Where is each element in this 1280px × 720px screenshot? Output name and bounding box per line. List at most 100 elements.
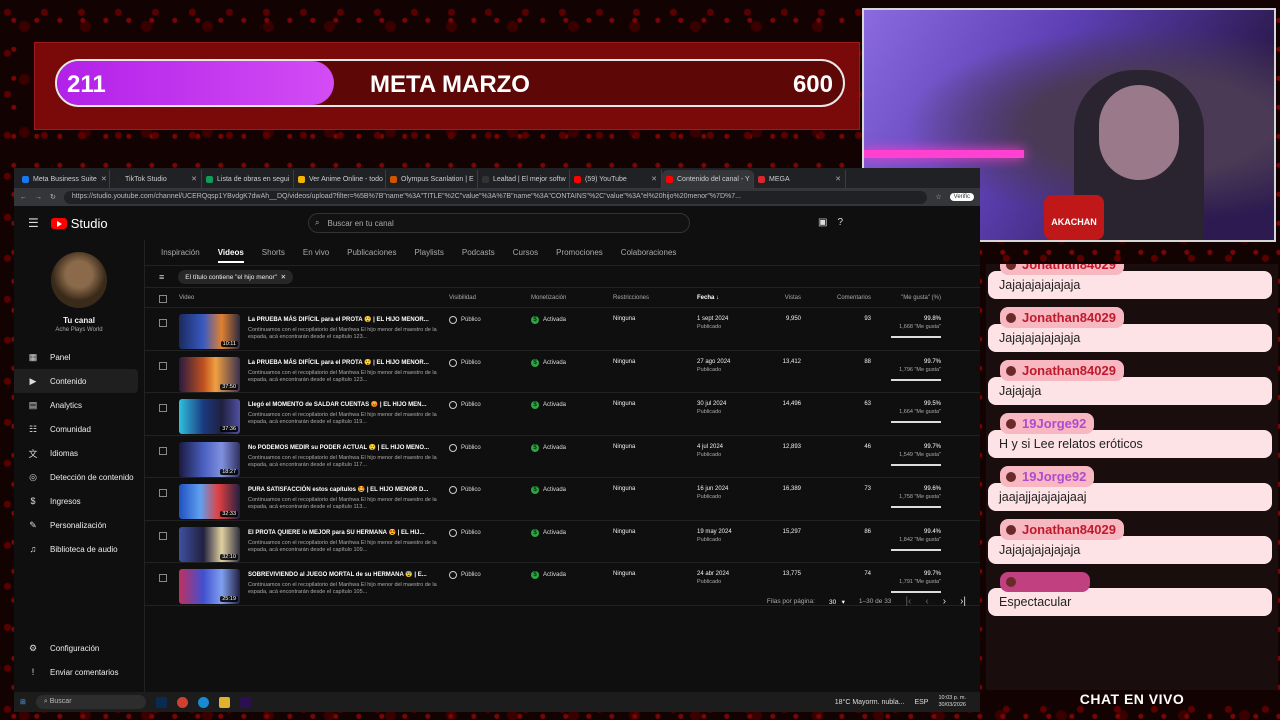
row-checkbox[interactable] bbox=[159, 574, 167, 582]
browser-tab[interactable]: Lista de obras en segui✕ bbox=[202, 170, 294, 188]
monetization-cell[interactable]: $ Activada bbox=[531, 486, 613, 494]
browser-tab[interactable]: Contenido del canal - Y✕ bbox=[662, 170, 754, 188]
video-cell[interactable]: 18:27 No PODEMOS MEDIR su PODER ACTUAL 😲 … bbox=[179, 441, 449, 477]
video-cell[interactable]: 32:10 El PROTA QUIERE lo MEJOR para SU HE… bbox=[179, 526, 449, 562]
video-title[interactable]: El PROTA QUIERE lo MEJOR para SU HERMANA… bbox=[248, 529, 449, 536]
row-checkbox[interactable] bbox=[159, 531, 167, 540]
bookmark-icon[interactable]: ☆ bbox=[935, 193, 941, 201]
video-cell[interactable]: 37:50 La PRUEBA MÁS DIFÍCIL para el PROTA… bbox=[179, 356, 449, 392]
col-restrictions[interactable]: Restricciones bbox=[613, 295, 697, 301]
sidebar-item-languages[interactable]: 文 Idiomas bbox=[14, 441, 144, 465]
monetization-cell[interactable]: $ Activada bbox=[531, 316, 613, 324]
col-comments[interactable]: Comentarios bbox=[801, 295, 871, 301]
sidebar-item-audio-library[interactable]: ♫ Biblioteca de audio bbox=[14, 537, 144, 561]
tab-cursos[interactable]: Cursos bbox=[513, 248, 538, 257]
row-checkbox[interactable] bbox=[159, 361, 167, 370]
next-page-icon[interactable]: › bbox=[943, 596, 946, 607]
select-all-checkbox[interactable] bbox=[159, 295, 167, 303]
sidebar-item-community[interactable]: ☷ Comunidad bbox=[14, 417, 144, 441]
clock[interactable]: 10:03 p. m. 30/03/2026 bbox=[938, 695, 966, 709]
video-cell[interactable]: 10:11 La PRUEBA MÁS DIFÍCIL para el PROTA… bbox=[179, 314, 449, 349]
chat-username[interactable] bbox=[1000, 572, 1090, 592]
help-icon[interactable]: ? bbox=[837, 217, 843, 228]
col-date[interactable]: Fecha ↓ bbox=[697, 295, 765, 301]
visibility-cell[interactable]: Público bbox=[449, 443, 531, 452]
table-row[interactable]: 10:11 La PRUEBA MÁS DIFÍCIL para el PROTA… bbox=[145, 308, 980, 351]
tab-close-icon[interactable]: ✕ bbox=[191, 175, 197, 183]
row-checkbox[interactable] bbox=[159, 404, 167, 412]
table-row[interactable]: 37:50 La PRUEBA MÁS DIFÍCIL para el PROTA… bbox=[145, 351, 980, 393]
video-thumbnail[interactable]: 32:33 bbox=[179, 484, 240, 519]
chat-username[interactable]: Jonathan84029 bbox=[1000, 360, 1124, 381]
tab-en-vivo[interactable]: En vivo bbox=[303, 248, 329, 257]
verify-button[interactable]: Verific bbox=[949, 193, 974, 201]
visibility-cell[interactable]: Público bbox=[449, 486, 531, 494]
monetization-cell[interactable]: $ Activada bbox=[531, 571, 613, 579]
video-cell[interactable]: 37:36 Llegó el MOMENTO de SALDAR CUENTAS … bbox=[179, 399, 449, 434]
row-checkbox[interactable] bbox=[159, 446, 167, 455]
channel-search[interactable]: ⌕ Buscar en tu canal bbox=[308, 213, 690, 233]
video-title[interactable]: La PRUEBA MÁS DIFÍCIL para el PROTA 😲 | … bbox=[248, 359, 449, 366]
tab-inspiración[interactable]: Inspiración bbox=[161, 248, 200, 257]
video-thumbnail[interactable]: 37:50 bbox=[179, 356, 240, 392]
video-title[interactable]: La PRUEBA MÁS DIFÍCIL para el PROTA 😲 | … bbox=[248, 316, 449, 323]
col-monetization[interactable]: Monetización bbox=[531, 295, 613, 301]
prev-page-icon[interactable]: ‹ bbox=[925, 596, 928, 607]
menu-icon[interactable]: ☰ bbox=[28, 216, 39, 230]
video-thumbnail[interactable]: 37:36 bbox=[179, 399, 240, 434]
browser-tab[interactable]: Ver Anime Online - todo✕ bbox=[294, 170, 386, 188]
last-page-icon[interactable]: ›| bbox=[960, 596, 966, 607]
video-cell[interactable]: 25:19 SOBREVIVIENDO al JUEGO MORTAL de su… bbox=[179, 569, 449, 604]
visibility-cell[interactable]: Público bbox=[449, 528, 531, 537]
monetization-cell[interactable]: $ Activada bbox=[531, 528, 613, 537]
back-icon[interactable]: ← bbox=[20, 194, 27, 201]
sidebar-item-content-detection[interactable]: ◎ Detección de contenido bbox=[14, 465, 144, 489]
sidebar-item-customization[interactable]: ✎ Personalización bbox=[14, 513, 144, 537]
url-field[interactable]: https://studio.youtube.com/channel/UCERQ… bbox=[63, 190, 928, 204]
video-thumbnail[interactable]: 18:27 bbox=[179, 441, 240, 477]
messages-icon[interactable]: ▣ bbox=[818, 217, 827, 228]
first-page-icon[interactable]: |‹ bbox=[905, 596, 911, 607]
edge-icon[interactable] bbox=[197, 696, 209, 708]
visibility-cell[interactable]: Público bbox=[449, 358, 531, 367]
video-thumbnail[interactable]: 32:10 bbox=[179, 526, 240, 562]
explorer-icon[interactable] bbox=[218, 696, 230, 708]
sidebar-item-content[interactable]: ▶ Contenido bbox=[14, 369, 138, 393]
tab-promociones[interactable]: Promociones bbox=[556, 248, 603, 257]
visibility-cell[interactable]: Público bbox=[449, 401, 531, 409]
video-title[interactable]: Llegó el MOMENTO de SALDAR CUENTAS 😡 | E… bbox=[248, 401, 449, 408]
browser-tab[interactable]: Meta Business Suite ✕ bbox=[18, 170, 110, 188]
sidebar-item-settings[interactable]: ⚙ Configuración bbox=[14, 636, 144, 660]
tab-shorts[interactable]: Shorts bbox=[262, 248, 285, 257]
chrome-icon[interactable] bbox=[176, 696, 188, 708]
filter-icon[interactable]: ≡ bbox=[159, 272, 164, 282]
sidebar-item-feedback[interactable]: ! Enviar comentarios bbox=[14, 660, 144, 684]
tab-videos[interactable]: Videos bbox=[217, 242, 244, 263]
video-title[interactable]: No PODEMOS MEDIR su PODER ACTUAL 😲 | EL … bbox=[248, 444, 449, 451]
monetization-cell[interactable]: $ Activada bbox=[531, 358, 613, 367]
chat-username[interactable]: Jonathan84029 bbox=[1000, 307, 1124, 328]
tab-podcasts[interactable]: Podcasts bbox=[462, 248, 495, 257]
col-likes[interactable]: "Me gusta" (%) bbox=[871, 295, 941, 301]
video-title[interactable]: PURA SATISFACCIÓN estos capítulos 🤩 | EL… bbox=[248, 486, 449, 493]
col-visibility[interactable]: Visibilidad bbox=[449, 295, 531, 301]
table-row[interactable]: 18:27 No PODEMOS MEDIR su PODER ACTUAL 😲 … bbox=[145, 436, 980, 478]
tab-publicaciones[interactable]: Publicaciones bbox=[347, 248, 396, 257]
row-checkbox[interactable] bbox=[159, 319, 167, 327]
chat-username[interactable]: Jonathan84029 bbox=[1000, 519, 1124, 540]
tab-close-icon[interactable]: ✕ bbox=[101, 175, 107, 183]
windows-start-icon[interactable]: ⊞ bbox=[20, 698, 26, 706]
monetization-cell[interactable]: $ Activada bbox=[531, 401, 613, 409]
video-title[interactable]: SOBREVIVIENDO al JUEGO MORTAL de su HERM… bbox=[248, 571, 449, 578]
visibility-cell[interactable]: Público bbox=[449, 316, 531, 324]
photoshop-icon[interactable] bbox=[155, 696, 167, 708]
video-thumbnail[interactable]: 10:11 bbox=[179, 314, 240, 349]
visibility-cell[interactable]: Público bbox=[449, 571, 531, 579]
table-row[interactable]: 32:33 PURA SATISFACCIÓN estos capítulos 🤩… bbox=[145, 478, 980, 521]
chat-username[interactable]: Jonathan84029 bbox=[1000, 264, 1124, 275]
channel-avatar[interactable] bbox=[51, 252, 107, 308]
taskbar-search[interactable]: ⌕ Buscar bbox=[35, 695, 146, 709]
monetization-cell[interactable]: $ Activada bbox=[531, 443, 613, 452]
language[interactable]: ESP bbox=[914, 699, 928, 706]
forward-icon[interactable]: → bbox=[35, 194, 42, 201]
